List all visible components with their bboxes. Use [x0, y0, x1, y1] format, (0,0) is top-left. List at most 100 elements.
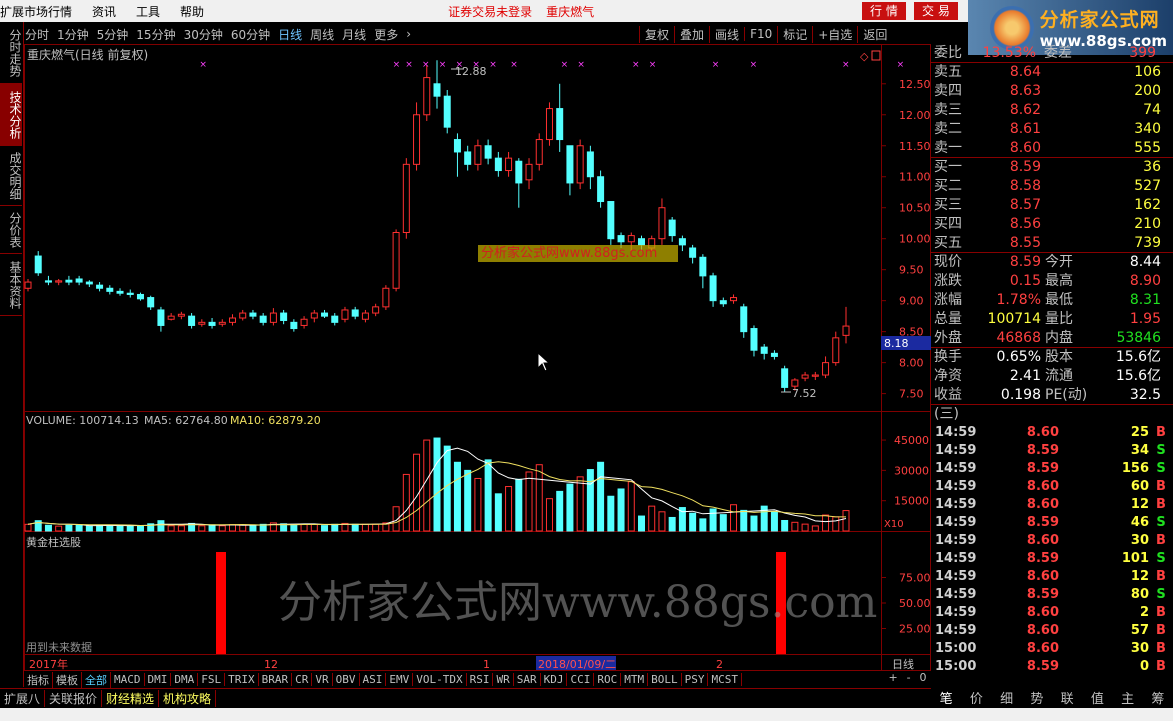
ask-price[interactable]: 8.64 — [976, 63, 1041, 82]
indicator-tab[interactable]: TRIX — [225, 673, 259, 686]
period-intraday[interactable]: 分时 — [25, 26, 49, 43]
quote-tab[interactable]: 联 — [1061, 688, 1074, 708]
high-price-label: 12.88 — [455, 65, 487, 78]
indicator-tab[interactable]: MCST — [708, 673, 742, 686]
period-monthly[interactable]: 月线 — [342, 26, 366, 43]
quote-tab[interactable]: 势 — [1030, 688, 1043, 708]
ask-price[interactable]: 8.60 — [976, 139, 1041, 157]
indicator-tab[interactable]: EMV — [386, 673, 414, 686]
indicator-tab[interactable]: WR — [493, 673, 514, 686]
volume-bar — [239, 524, 247, 532]
tab-price-table[interactable]: 分价表 — [0, 206, 22, 254]
menu-help[interactable]: 帮助 — [180, 3, 204, 20]
quote-tab[interactable]: 主 — [1121, 688, 1134, 708]
tab-intraday[interactable]: 分时走势 — [0, 22, 22, 84]
status-expand[interactable]: 扩展八 — [0, 690, 46, 707]
period-30min[interactable]: 30分钟 — [184, 26, 223, 43]
period-15min[interactable]: 15分钟 — [136, 26, 175, 43]
bid-price[interactable]: 8.55 — [976, 234, 1041, 252]
time-label-feb: 2 — [716, 658, 723, 671]
tab-profile[interactable]: 基本资料 — [0, 254, 22, 316]
candle-body — [740, 306, 748, 333]
zoom-in-button[interactable]: + — [888, 671, 897, 688]
diamond-icon[interactable]: ◇ — [860, 50, 869, 63]
tab-technical[interactable]: 技术分析 — [0, 84, 22, 146]
back-button[interactable]: 返回 — [857, 25, 892, 43]
quote-bottom-tabs: 笔价细势联值主筹 — [931, 688, 1173, 708]
adjust-button[interactable]: 复权 — [639, 25, 674, 43]
bid-price[interactable]: 8.58 — [976, 177, 1041, 196]
ask-price[interactable]: 8.61 — [976, 120, 1041, 139]
quote-tab[interactable]: 笔 — [940, 688, 953, 708]
candle-body — [822, 362, 830, 376]
indicator-tab[interactable]: OBV — [333, 673, 360, 686]
overlay-button[interactable]: 叠加 — [674, 25, 709, 43]
indicator-tab[interactable]: VR — [312, 673, 333, 686]
mark-button[interactable]: 标记 — [777, 25, 812, 43]
tick-list: 14:59 8.60 25 B 14:59 8.59 34 S 14:59 8.59 156 S 14:… — [931, 424, 1173, 676]
indicator-tab[interactable]: CCI — [567, 673, 595, 686]
tick-volume: 30 — [1130, 533, 1149, 548]
quote-tab[interactable]: 细 — [1000, 688, 1013, 708]
indicator-tab[interactable]: MTM — [621, 673, 649, 686]
period-60min[interactable]: 60分钟 — [231, 26, 270, 43]
menu-tools[interactable]: 工具 — [136, 3, 160, 20]
ask-price[interactable]: 8.63 — [976, 82, 1041, 101]
indicator-tab[interactable]: ROC — [594, 673, 622, 686]
bid-volume: 739 — [1134, 235, 1161, 251]
quote-tab[interactable]: 价 — [970, 688, 983, 708]
period-more[interactable]: 更多 — [374, 26, 398, 43]
ask-volume: 555 — [1134, 140, 1161, 156]
trade-button[interactable]: 交 易 — [914, 2, 958, 20]
indicator-tab[interactable]: FSL — [198, 673, 226, 686]
indicator-tab[interactable]: 模板 — [53, 671, 82, 688]
menu-news[interactable]: 资讯 — [92, 3, 116, 20]
ask-price[interactable]: 8.62 — [976, 101, 1041, 120]
indicator-tab[interactable]: VOL-TDX — [413, 673, 467, 686]
chevron-right-icon[interactable]: › — [406, 27, 411, 41]
status-institution[interactable]: 机构攻略 — [159, 690, 217, 707]
indicator-tab[interactable]: RSI — [467, 673, 494, 686]
volume-bar — [811, 525, 819, 532]
f10-button[interactable]: F10 — [744, 27, 777, 41]
indicator-tab[interactable]: BOLL — [648, 673, 682, 686]
draw-button[interactable]: 画线 — [709, 25, 744, 43]
indicator-tab[interactable]: DMA — [171, 673, 199, 686]
bid-price[interactable]: 8.56 — [976, 215, 1041, 234]
indicator-tab[interactable]: BRAR — [259, 673, 293, 686]
bid-label: 买五 — [934, 235, 962, 251]
bid-price[interactable]: 8.59 — [976, 158, 1041, 177]
quote-button[interactable]: 行 情 — [862, 2, 906, 20]
indicator-tab[interactable]: ASI — [360, 673, 387, 686]
tick-time: 14:59 — [935, 605, 977, 620]
add-watchlist-button[interactable]: +自选 — [812, 25, 857, 43]
tick-side: B — [1156, 641, 1166, 656]
indicator-tab[interactable]: CR — [292, 673, 313, 686]
indicator-tab[interactable]: KDJ — [541, 673, 568, 686]
indicator-tab[interactable]: 指标 — [24, 671, 53, 688]
indicator-tab[interactable]: SAR — [514, 673, 541, 686]
candle-body — [24, 281, 32, 289]
tab-trades[interactable]: 成交明细 — [0, 146, 22, 206]
status-finance[interactable]: 财经精选 — [102, 690, 160, 707]
menu-market[interactable]: 扩展市场行情 — [0, 3, 72, 20]
period-weekly[interactable]: 周线 — [310, 26, 334, 43]
candle-body — [361, 312, 369, 320]
indicator-tab[interactable]: DMI — [145, 673, 172, 686]
zoom-reset-button[interactable]: 0 — [920, 671, 927, 688]
login-status[interactable]: 证券交易未登录 — [448, 3, 532, 20]
quote-tab[interactable]: 筹 — [1151, 688, 1164, 708]
volume-bar — [372, 523, 380, 532]
zoom-out-button[interactable]: - — [907, 671, 911, 688]
period-daily[interactable]: 日线 — [278, 26, 302, 43]
indicator-tab[interactable]: MACD — [111, 673, 145, 686]
period-5min[interactable]: 5分钟 — [97, 26, 129, 43]
indicator-tab[interactable]: 全部 — [82, 671, 111, 688]
bid-price[interactable]: 8.57 — [976, 196, 1041, 215]
candle-body — [832, 337, 840, 364]
period-1min[interactable]: 1分钟 — [57, 26, 89, 43]
indicator-tab[interactable]: PSY — [682, 673, 709, 686]
quote-tab[interactable]: 值 — [1091, 688, 1104, 708]
status-related-quote[interactable]: 关联报价 — [45, 690, 103, 707]
candle-body — [85, 281, 93, 285]
